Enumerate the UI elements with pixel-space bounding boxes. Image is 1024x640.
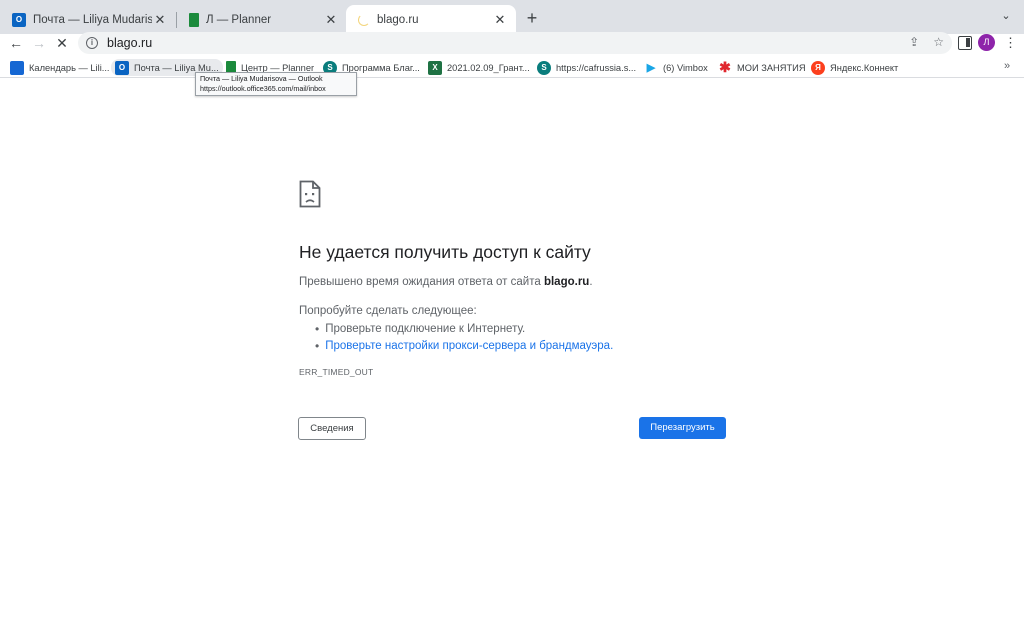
tab-search-chevron-icon[interactable]: ⌄ bbox=[998, 9, 1014, 25]
tab-outlook[interactable]: O Почта — Liliya Mudarisova — ✕ bbox=[0, 5, 176, 34]
bookmarks-overflow-icon[interactable]: » bbox=[1004, 60, 1010, 72]
tab-title: blago.ru bbox=[377, 13, 419, 26]
excel-icon: X bbox=[428, 60, 442, 75]
address-bar[interactable]: i blago.ru ⇪ ☆ bbox=[78, 32, 952, 54]
forward-button[interactable]: → bbox=[29, 34, 49, 52]
tooltip-url: https://outlook.office365.com/mail/inbox bbox=[200, 84, 326, 93]
suggestions-list: Проверьте подключение к Интернету. Прове… bbox=[315, 321, 613, 354]
tooltip-title: Почта — Liliya Mudarisova — Outlook bbox=[200, 74, 323, 83]
bookmark-label: (6) Vimbox bbox=[663, 62, 708, 73]
error-summary-end: . bbox=[589, 276, 593, 288]
bookmark-label: Программа Благ... bbox=[342, 62, 420, 73]
bookmark-tooltip: Почта — Liliya Mudarisova — Outlook http… bbox=[195, 72, 357, 96]
details-button[interactable]: Сведения bbox=[298, 417, 366, 440]
suggestions-heading: Попробуйте сделать следующее: bbox=[299, 305, 477, 317]
bookmarks-bar: Календарь — Lili... O Почта — Liliya Mu.… bbox=[0, 56, 1024, 78]
star-icon: ✱ bbox=[719, 59, 731, 75]
tab-title: Л — Planner bbox=[206, 13, 272, 26]
site-info-icon[interactable]: i bbox=[86, 37, 98, 49]
bookmark-label: Яндекс.Коннект bbox=[830, 62, 899, 73]
bookmark-item[interactable]: X 2021.02.09_Грант... bbox=[424, 59, 534, 76]
sad-page-icon bbox=[299, 180, 321, 208]
omnibox-actions: ⇪ ☆ bbox=[909, 35, 944, 49]
outlook-icon: O bbox=[115, 60, 129, 75]
bookmark-label: 2021.02.09_Грант... bbox=[447, 62, 530, 73]
calendar-icon bbox=[10, 60, 24, 75]
suggestion-item: Проверьте настройки прокси-сервера и бра… bbox=[315, 338, 613, 355]
loading-spinner-icon bbox=[358, 13, 370, 26]
bookmark-item[interactable]: Я Яндекс.Коннект bbox=[807, 59, 902, 76]
suggestion-text: Проверьте подключение к Интернету. bbox=[325, 323, 526, 336]
error-summary-text: Превышено время ожидания ответа от сайта bbox=[299, 276, 544, 288]
sway-icon: S bbox=[537, 60, 551, 75]
bookmark-star-icon[interactable]: ☆ bbox=[933, 35, 944, 49]
side-panel-icon[interactable] bbox=[958, 36, 972, 50]
new-tab-button[interactable]: + bbox=[522, 8, 542, 28]
suggestion-item: Проверьте подключение к Интернету. bbox=[315, 321, 613, 338]
close-icon[interactable]: ✕ bbox=[152, 12, 168, 28]
bookmark-label: https://cafrussia.s... bbox=[556, 62, 637, 73]
outlook-icon: O bbox=[12, 12, 26, 27]
toolbar: ← → ✕ i blago.ru ⇪ ☆ Л ⋮ bbox=[0, 32, 1024, 54]
bookmark-label: Центр — Planner bbox=[241, 62, 315, 73]
avatar[interactable]: Л bbox=[978, 34, 995, 51]
tab-planner[interactable]: Л — Planner ✕ bbox=[177, 5, 347, 34]
reload-button[interactable]: Перезагрузить bbox=[639, 417, 726, 439]
error-host: blago.ru bbox=[543, 276, 590, 288]
bookmark-item[interactable]: S https://cafrussia.s... bbox=[533, 59, 640, 76]
stop-loading-button[interactable]: ✕ bbox=[52, 34, 72, 52]
bookmark-item[interactable]: ✱ МОИ ЗАНЯТИЯ bbox=[714, 59, 810, 76]
error-code: ERR_TIMED_OUT bbox=[299, 367, 374, 377]
close-icon[interactable]: ✕ bbox=[323, 12, 339, 28]
share-icon[interactable]: ⇪ bbox=[909, 35, 919, 49]
planner-icon bbox=[189, 12, 199, 27]
yandex-icon: Я bbox=[811, 60, 825, 75]
back-button[interactable]: ← bbox=[6, 34, 26, 52]
tab-strip: O Почта — Liliya Mudarisova — ✕ Л — Plan… bbox=[0, 0, 1024, 34]
bookmark-label: Почта — Liliya Mu... bbox=[134, 62, 219, 73]
bookmark-label: Календарь — Lili... bbox=[29, 62, 110, 73]
error-summary: Превышено время ожидания ответа от сайта… bbox=[299, 276, 593, 288]
bookmark-item[interactable]: ▶ (6) Vimbox bbox=[640, 59, 712, 76]
menu-dots-icon[interactable]: ⋮ bbox=[1004, 34, 1017, 52]
url-text[interactable]: blago.ru bbox=[107, 36, 152, 50]
error-title: Не удается получить доступ к сайту bbox=[299, 242, 591, 262]
tab-blago[interactable]: blago.ru ✕ bbox=[346, 5, 516, 34]
close-icon[interactable]: ✕ bbox=[492, 12, 508, 28]
bookmark-item[interactable]: Календарь — Lili... bbox=[6, 59, 114, 76]
tab-title: Почта — Liliya Mudarisova — bbox=[33, 13, 152, 26]
proxy-firewall-link[interactable]: Проверьте настройки прокси-сервера и бра… bbox=[325, 340, 613, 352]
vimbox-icon: ▶ bbox=[646, 62, 656, 74]
bookmark-label: МОИ ЗАНЯТИЯ bbox=[737, 62, 806, 73]
